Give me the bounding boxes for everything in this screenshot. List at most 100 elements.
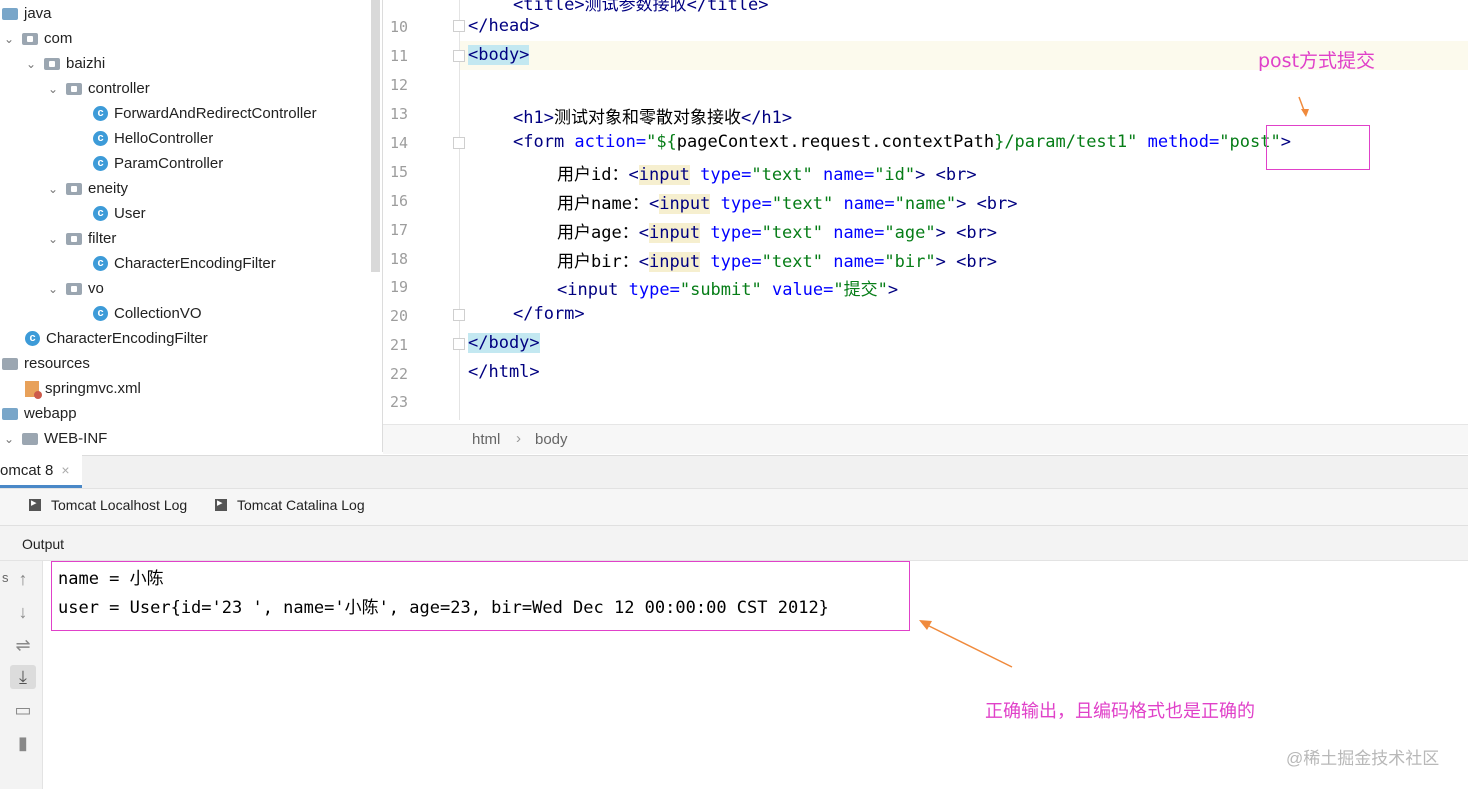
line-number: 21 <box>390 336 409 354</box>
line-number: 23 <box>390 393 409 411</box>
line-number: 11 <box>390 47 409 65</box>
code-line-14[interactable]: <form action="${pageContext.request.cont… <box>513 132 1291 152</box>
gutter-divider <box>459 0 460 420</box>
line-number: 17 <box>390 221 409 239</box>
package-icon <box>44 57 60 70</box>
class-icon: c <box>93 131 108 146</box>
line-number: 18 <box>390 250 409 268</box>
class-icon: c <box>93 306 108 321</box>
folder-icon <box>2 7 18 20</box>
tree-item-user[interactable]: c User <box>93 201 146 226</box>
code-line-11[interactable]: <body> <box>468 45 530 65</box>
tree-item-collection-vo[interactable]: c CollectionVO <box>93 301 202 326</box>
xml-file-icon <box>25 380 42 399</box>
up-arrow-icon[interactable]: ↑ <box>10 567 36 591</box>
class-icon: c <box>93 256 108 271</box>
fold-marker-icon[interactable] <box>453 137 465 149</box>
class-icon: c <box>93 106 108 121</box>
post-annotation: post方式提交 <box>1258 50 1376 72</box>
console-icon <box>29 496 41 511</box>
chevron-down-icon[interactable]: ⌄ <box>46 182 60 196</box>
package-icon <box>66 282 82 295</box>
chevron-down-icon[interactable]: ⌄ <box>2 432 16 446</box>
code-line-22[interactable]: </html> <box>468 362 540 382</box>
tree-item-springmvc-xml[interactable]: springmvc.xml <box>25 376 141 401</box>
folder-web-icon <box>2 407 18 420</box>
output-header <box>0 526 1468 561</box>
line-number: 12 <box>390 76 409 94</box>
fold-marker-icon[interactable] <box>453 309 465 321</box>
tree-scrollbar[interactable] <box>371 0 380 272</box>
code-line-19[interactable]: <input type="submit" value="提交"> <box>557 275 898 300</box>
side-glyph: s <box>2 570 9 585</box>
code-line-16[interactable]: 用户name：<input type="text" name="name"> <… <box>557 189 1018 214</box>
line-number: 22 <box>390 365 409 383</box>
tree-item-com[interactable]: ⌄ com <box>2 26 72 51</box>
chevron-down-icon[interactable]: ⌄ <box>24 57 38 71</box>
tree-item-java[interactable]: java <box>2 1 52 26</box>
line-number: 10 <box>390 18 409 36</box>
line-number: 19 <box>390 278 409 296</box>
line-number: 16 <box>390 192 409 210</box>
tree-item-encoding-filter-root[interactable]: c CharacterEncodingFilter <box>25 326 208 351</box>
tree-item-webapp[interactable]: webapp <box>2 401 77 426</box>
tree-item-param-controller[interactable]: c ParamController <box>93 151 223 176</box>
breadcrumb: html › body <box>383 424 1468 454</box>
breadcrumb-separator: › <box>516 430 521 447</box>
tab-tomcat-localhost-log[interactable]: Tomcat Localhost Log <box>29 496 187 513</box>
close-icon[interactable]: × <box>61 462 69 478</box>
tree-item-resources[interactable]: resources <box>2 351 90 376</box>
print-icon[interactable]: ▭ <box>10 698 36 722</box>
line-number: 15 <box>390 163 409 181</box>
fold-marker-icon[interactable] <box>453 20 465 32</box>
annotation-arrow-icon <box>1298 96 1309 117</box>
fold-marker-icon[interactable] <box>453 338 465 350</box>
package-icon <box>66 232 82 245</box>
fold-marker-icon[interactable] <box>453 50 465 62</box>
tree-item-vo[interactable]: ⌄ vo <box>46 276 104 301</box>
line-number: 13 <box>390 105 409 123</box>
run-tab-bar <box>0 455 1468 489</box>
code-line-17[interactable]: 用户age：<input type="text" name="age"> <br… <box>557 218 997 243</box>
chevron-down-icon[interactable]: ⌄ <box>2 32 16 46</box>
tree-item-controller[interactable]: ⌄ controller <box>46 76 150 101</box>
code-line-9-partial[interactable]: <title>测试参数接收</title> <box>513 0 769 15</box>
chevron-down-icon[interactable]: ⌄ <box>46 232 60 246</box>
line-number: 20 <box>390 307 409 325</box>
tree-item-filter[interactable]: ⌄ filter <box>46 226 116 251</box>
watermark: @稀土掘金技术社区 <box>1286 749 1440 768</box>
class-icon: c <box>93 206 108 221</box>
output-line-user: user = User{id='23 ', name='小陈', age=23,… <box>58 598 829 618</box>
project-tree: java ⌄ com ⌄ baizhi ⌄ controller c ForwardAn… <box>0 0 382 452</box>
tab-tomcat-catalina-log[interactable]: Tomcat Catalina Log <box>215 496 365 513</box>
trash-icon[interactable]: ▮ <box>10 731 36 755</box>
code-line-15[interactable]: 用户id：<input type="text" name="id"> <br> <box>557 160 977 185</box>
code-line-13[interactable]: <h1>测试对象和零散对象接收</h1> <box>513 103 792 128</box>
code-line-10[interactable]: </head> <box>468 16 540 36</box>
scroll-to-end-icon[interactable]: ⤓ <box>10 665 36 689</box>
code-line-18[interactable]: 用户bir：<input type="text" name="bir"> <br… <box>557 247 997 272</box>
annotation-arrow-icon <box>919 620 1013 668</box>
tree-item-hello-controller[interactable]: c HelloController <box>93 126 213 151</box>
package-icon <box>22 32 38 45</box>
tree-item-baizhi[interactable]: ⌄ baizhi <box>24 51 105 76</box>
chevron-down-icon[interactable]: ⌄ <box>46 82 60 96</box>
breadcrumb-body[interactable]: body <box>535 431 568 448</box>
tab-tomcat-8[interactable]: omcat 8 × <box>0 455 82 488</box>
tree-item-forward-controller[interactable]: c ForwardAndRedirectController <box>93 101 317 126</box>
code-line-21[interactable]: </body> <box>468 333 540 353</box>
chevron-down-icon[interactable]: ⌄ <box>46 282 60 296</box>
tree-item-eneity[interactable]: ⌄ eneity <box>46 176 128 201</box>
down-arrow-icon[interactable]: ↓ <box>10 600 36 624</box>
class-icon: c <box>25 331 40 346</box>
package-icon <box>66 182 82 195</box>
soft-wrap-icon[interactable]: ⇌ <box>10 633 36 657</box>
tree-item-web-inf[interactable]: ⌄ WEB-INF <box>2 426 107 451</box>
code-line-20[interactable]: </form> <box>513 304 585 324</box>
folder-icon <box>2 357 18 370</box>
tree-item-encoding-filter[interactable]: c CharacterEncodingFilter <box>93 251 276 276</box>
folder-icon <box>22 432 38 445</box>
breadcrumb-html[interactable]: html <box>472 431 500 448</box>
package-icon <box>66 82 82 95</box>
class-icon: c <box>93 156 108 171</box>
